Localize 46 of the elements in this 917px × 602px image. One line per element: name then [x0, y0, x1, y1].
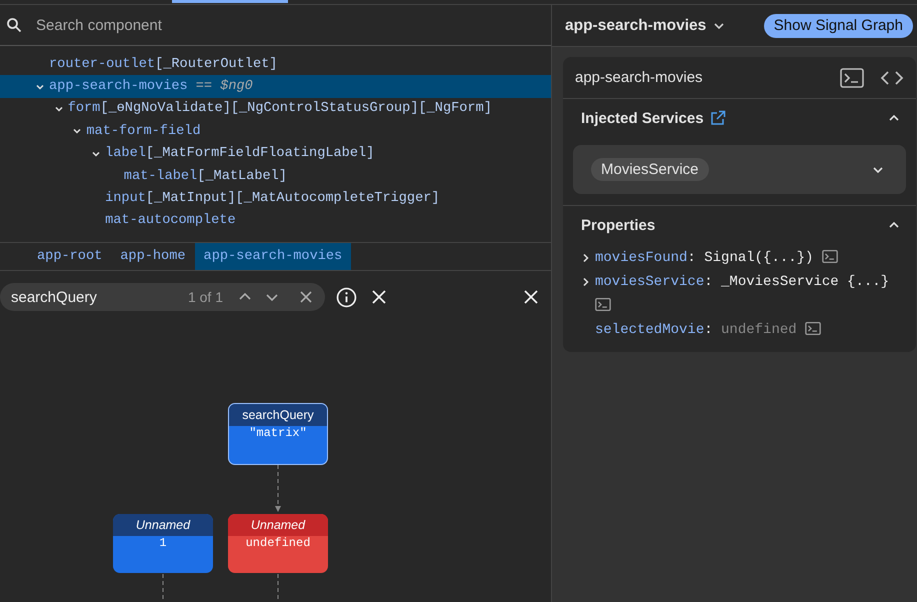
- node-value: 1: [158, 536, 168, 552]
- section-title: Properties: [581, 216, 656, 234]
- node-value: "matrix": [248, 426, 308, 442]
- chevron-right-icon[interactable]: [581, 253, 591, 263]
- search-field[interactable]: Search component: [34, 16, 551, 34]
- tree-item[interactable]: label[_MatFormFieldFloatingLabel]: [0, 142, 551, 165]
- external-link-icon[interactable]: [710, 110, 726, 126]
- search-icon: [6, 17, 22, 33]
- search-field[interactable]: searchQuery 1 of 1: [0, 283, 325, 311]
- property-entry[interactable]: moviesService: _MoviesService {...}: [595, 270, 906, 318]
- chevron-down-icon[interactable]: [72, 126, 82, 136]
- tree-item[interactable]: mat-label[_MatLabel]: [0, 164, 551, 188]
- service-dropdown[interactable]: MoviesService: [573, 145, 906, 194]
- breadcrumb[interactable]: app-search-movies: [194, 243, 352, 270]
- terminal-icon[interactable]: [595, 298, 611, 311]
- info-icon[interactable]: [336, 286, 357, 308]
- tree-item[interactable]: input[_MatInput][_MatAutocompleteTrigger]: [0, 187, 551, 210]
- signal-node[interactable]: Unnamed 1: [113, 514, 213, 573]
- node-value: undefined: [244, 536, 312, 552]
- tree-item[interactable]: mat-autocomplete: [0, 210, 551, 232]
- section-title: Injected Services: [581, 110, 704, 126]
- dashed-connector: [162, 574, 164, 602]
- code-icon[interactable]: [880, 70, 904, 86]
- property-entry[interactable]: moviesFound: Signal({...}): [595, 246, 838, 270]
- signal-node[interactable]: Unnamed undefined: [228, 514, 328, 573]
- match-count: 1 of 1: [188, 289, 223, 305]
- breadcrumb[interactable]: app-root: [28, 243, 112, 270]
- signal-node[interactable]: searchQuery "matrix": [228, 403, 328, 465]
- tree-item[interactable]: router-outlet[_RouterOutlet]: [0, 53, 551, 76]
- property-entry[interactable]: selectedMovie: undefined: [595, 318, 822, 342]
- service-chip: MoviesService: [591, 158, 709, 181]
- dashed-arrow: [275, 464, 281, 512]
- show-signal-graph-button[interactable]: Show Signal Graph: [764, 14, 913, 38]
- terminal-icon[interactable]: [822, 250, 838, 263]
- tree-item[interactable]: mat-form-field: [0, 120, 551, 143]
- node-title: searchQuery: [229, 404, 327, 426]
- chevron-right-icon[interactable]: [581, 277, 591, 287]
- terminal-icon[interactable]: [840, 68, 864, 88]
- component-title: app-search-movies: [575, 69, 704, 86]
- tree-item[interactable]: app-search-movies == $ng0: [0, 75, 551, 98]
- breadcrumb[interactable]: app-home: [111, 243, 195, 270]
- component-selector[interactable]: app-search-movies: [565, 16, 706, 34]
- node-title: Unnamed: [228, 514, 328, 536]
- tree-item[interactable]: form[_ɵNgNoValidate][_NgControlStatusGroup][_NgForm]: [0, 98, 551, 120]
- terminal-icon[interactable]: [805, 322, 822, 335]
- node-title: Unnamed: [113, 514, 213, 536]
